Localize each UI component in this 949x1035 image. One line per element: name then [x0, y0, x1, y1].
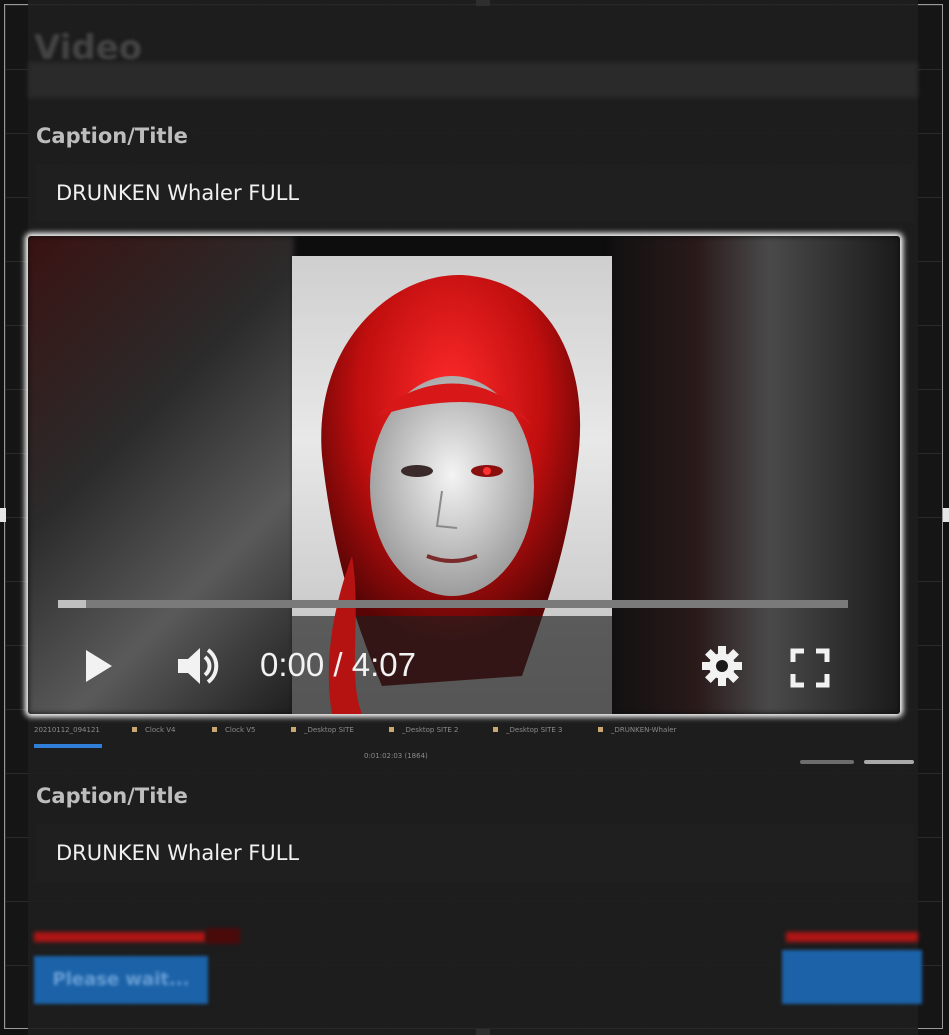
fullscreen-icon[interactable]	[790, 648, 830, 692]
resize-handle-left[interactable]	[0, 508, 6, 522]
video-player[interactable]: 0:00 / 4:07	[28, 236, 900, 714]
clip-tab[interactable]: _Desktop SITE	[291, 726, 354, 734]
caption-field-1[interactable]: DRUNKEN Whaler FULL	[36, 164, 914, 222]
active-tab-indicator	[34, 744, 102, 748]
clip-tab-label: Clock V4	[145, 726, 176, 734]
clip-tab[interactable]: _Desktop SITE 2	[389, 726, 458, 734]
clip-tab[interactable]: _DRUNKEN-Whaler	[598, 726, 676, 734]
video-frame-left	[28, 236, 294, 714]
clip-tab[interactable]: Clock V5	[212, 726, 256, 734]
clip-tab[interactable]: Clock V4	[132, 726, 176, 734]
blurred-toolbar	[28, 62, 918, 98]
video-frame-right	[610, 236, 900, 714]
clip-tabs: 20210112_094121 Clock V4 Clock V5 _Deskt…	[34, 726, 914, 740]
settings-gear-icon[interactable]	[700, 644, 744, 692]
clip-tab-marker	[132, 727, 137, 732]
play-icon[interactable]	[84, 648, 114, 688]
clip-tab-marker	[493, 727, 498, 732]
clip-tab-label: 20210112_094121	[34, 726, 100, 734]
seek-bar[interactable]	[58, 600, 848, 608]
caption-field-2[interactable]: DRUNKEN Whaler FULL	[36, 824, 914, 882]
clip-tab[interactable]: _Desktop SITE 3	[493, 726, 562, 734]
clip-tab-label: Clock V5	[225, 726, 256, 734]
clip-tab-marker	[212, 727, 217, 732]
seek-bar-progress	[58, 600, 86, 608]
caption-label-2: Caption/Title	[36, 784, 188, 808]
mini-button-1[interactable]	[800, 760, 854, 764]
clip-tab-marker	[598, 727, 603, 732]
time-display: 0:00 / 4:07	[260, 646, 416, 683]
clip-tab-label: _Desktop SITE 2	[402, 726, 459, 734]
clip-tab-label: _Desktop SITE 3	[506, 726, 563, 734]
volume-icon[interactable]	[174, 642, 222, 694]
caption-label-1: Caption/Title	[36, 124, 188, 148]
action-button-right[interactable]	[782, 950, 922, 1004]
mini-button-2[interactable]	[864, 760, 914, 764]
loading-bar-left	[34, 932, 206, 942]
clip-tab-label: _DRUNKEN-Whaler	[611, 726, 677, 734]
timecode: 0:01:02:03 (1864)	[364, 752, 428, 760]
loading-bar-left-end	[206, 928, 240, 944]
loading-bar-right	[786, 932, 918, 942]
clip-tab-marker	[291, 727, 296, 732]
resize-handle-right[interactable]	[943, 508, 949, 522]
clip-tab-label: _Desktop SITE	[304, 726, 354, 734]
clip-tab-marker	[389, 727, 394, 732]
please-wait-button[interactable]: Please wait...	[34, 956, 208, 1004]
clip-tab[interactable]: 20210112_094121	[34, 726, 100, 734]
